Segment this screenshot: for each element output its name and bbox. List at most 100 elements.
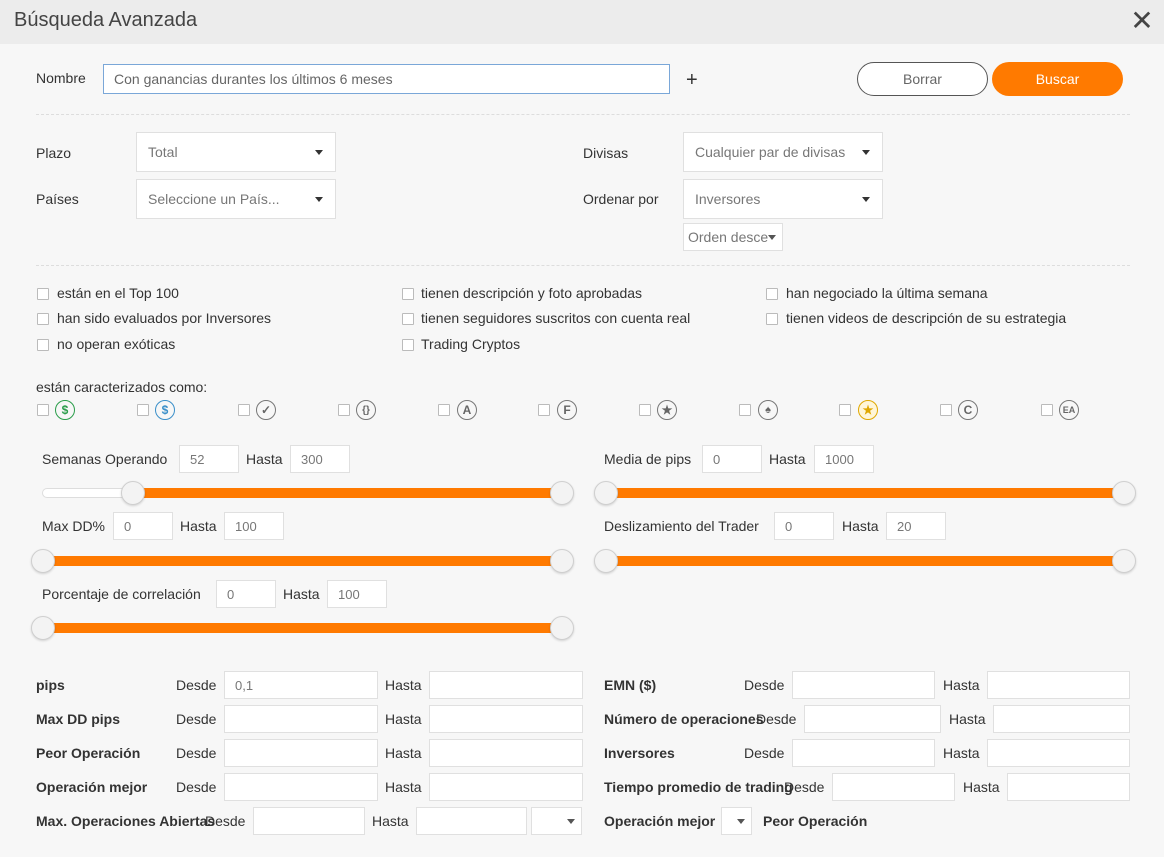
chevron-down-icon bbox=[567, 819, 575, 824]
checkbox-badge[interactable] bbox=[238, 404, 250, 416]
media-pips-to-input[interactable]: 1000 bbox=[814, 445, 874, 473]
range-label-emn: EMN ($) bbox=[604, 677, 657, 693]
medal-icon: ★ bbox=[858, 400, 878, 420]
semanas-from-input[interactable]: 52 bbox=[179, 445, 239, 473]
clear-button[interactable]: Borrar bbox=[857, 62, 988, 96]
maxdd-to-input[interactable]: 100 bbox=[224, 512, 284, 540]
star-icon: ★ bbox=[657, 400, 677, 420]
tiempo-promedio-to-input[interactable] bbox=[1007, 773, 1130, 801]
maxdd-from-input[interactable]: 0 bbox=[113, 512, 173, 540]
checkbox-badge[interactable] bbox=[37, 404, 49, 416]
add-name-icon[interactable]: + bbox=[686, 70, 698, 90]
pips-to-input[interactable] bbox=[429, 671, 583, 699]
range-label-pips: pips bbox=[36, 677, 65, 693]
close-icon[interactable]: ✕ bbox=[1128, 6, 1156, 36]
checkbox-badge[interactable] bbox=[137, 404, 149, 416]
divider-top bbox=[36, 114, 1130, 115]
inversores-from-input[interactable] bbox=[792, 739, 935, 767]
correlacion-slider-min-handle[interactable] bbox=[31, 616, 55, 640]
hasta-label: Hasta bbox=[385, 677, 422, 693]
correlacion-label: Porcentaje de correlación bbox=[42, 586, 201, 602]
pips-from-input[interactable]: 0,1 bbox=[224, 671, 378, 699]
semanas-slider-min-handle[interactable] bbox=[121, 481, 145, 505]
operacion-mejor-select[interactable] bbox=[721, 807, 752, 835]
maxdd-slider-min-handle[interactable] bbox=[31, 549, 55, 573]
media-pips-slider-min-handle[interactable] bbox=[594, 481, 618, 505]
checkbox-description-photo[interactable] bbox=[402, 288, 414, 300]
semanas-to-input[interactable]: 300 bbox=[290, 445, 350, 473]
operacion-mejor-from-input[interactable] bbox=[224, 773, 378, 801]
maxdd-pips-to-input[interactable] bbox=[429, 705, 583, 733]
semanas-slider-max-handle[interactable] bbox=[550, 481, 574, 505]
correlacion-to-input[interactable]: 100 bbox=[327, 580, 387, 608]
media-pips-slider-max-handle[interactable] bbox=[1112, 481, 1136, 505]
correlacion-from-input[interactable]: 0 bbox=[216, 580, 276, 608]
paises-value: Seleccione un País... bbox=[148, 191, 280, 207]
checkbox-trading-cryptos[interactable] bbox=[402, 339, 414, 351]
hasta-label: Hasta bbox=[385, 711, 422, 727]
deslizamiento-to-input[interactable]: 20 bbox=[886, 512, 946, 540]
media-pips-from-input[interactable]: 0 bbox=[702, 445, 762, 473]
semanas-label: Semanas Operando bbox=[42, 451, 168, 467]
maxdd-slider-max-handle[interactable] bbox=[550, 549, 574, 573]
hasta-label: Hasta bbox=[963, 779, 1000, 795]
checkbox-top100[interactable] bbox=[37, 288, 49, 300]
orden-select[interactable]: Orden desce bbox=[683, 223, 783, 251]
checkbox-badge[interactable] bbox=[338, 404, 350, 416]
checkbox-real-followers[interactable] bbox=[402, 313, 414, 325]
media-pips-label: Media de pips bbox=[604, 451, 692, 467]
max-operaciones-from-input[interactable] bbox=[253, 807, 365, 835]
checkbox-no-exotics[interactable] bbox=[37, 339, 49, 351]
correlacion-hasta-label: Hasta bbox=[283, 586, 320, 602]
name-input[interactable]: Con ganancias durantes los últimos 6 mes… bbox=[103, 64, 670, 94]
name-label: Nombre bbox=[36, 70, 86, 86]
range-label-max-operaciones: Max. Operaciones Abiertas bbox=[36, 813, 216, 829]
checkbox-badge[interactable] bbox=[538, 404, 550, 416]
checkbox-label: Trading Cryptos bbox=[421, 336, 521, 352]
chevron-down-icon bbox=[862, 150, 870, 155]
deslizamiento-slider-min-handle[interactable] bbox=[594, 549, 618, 573]
paises-label: Países bbox=[36, 191, 79, 207]
checkbox-badge[interactable] bbox=[639, 404, 651, 416]
code-braces-icon: {} bbox=[356, 400, 376, 420]
correlacion-slider-max-handle[interactable] bbox=[550, 616, 574, 640]
emn-to-input[interactable] bbox=[987, 671, 1130, 699]
plazo-select[interactable]: Total bbox=[136, 132, 336, 172]
deslizamiento-from-input[interactable]: 0 bbox=[774, 512, 834, 540]
emn-from-input[interactable] bbox=[792, 671, 935, 699]
checkbox-traded-last-week[interactable] bbox=[766, 288, 778, 300]
paises-select[interactable]: Seleccione un País... bbox=[136, 179, 336, 219]
checkbox-badge[interactable] bbox=[438, 404, 450, 416]
numero-operaciones-to-input[interactable] bbox=[993, 705, 1130, 733]
search-button[interactable]: Buscar bbox=[992, 62, 1123, 96]
checkbox-badge[interactable] bbox=[739, 404, 751, 416]
checkbox-badge[interactable] bbox=[940, 404, 952, 416]
ordenar-label: Ordenar por bbox=[583, 191, 659, 207]
maxdd-pips-from-input[interactable] bbox=[224, 705, 378, 733]
max-operaciones-to-input[interactable] bbox=[416, 807, 527, 835]
checkbox-badge[interactable] bbox=[839, 404, 851, 416]
peor-operacion-to-input[interactable] bbox=[429, 739, 583, 767]
numero-operaciones-from-input[interactable] bbox=[804, 705, 941, 733]
peor-operacion-from-input[interactable] bbox=[224, 739, 378, 767]
range-label-peor-operacion-right: Peor Operación bbox=[763, 813, 868, 829]
divider-middle bbox=[36, 265, 1130, 266]
checkbox-strategy-videos[interactable] bbox=[766, 313, 778, 325]
inversores-to-input[interactable] bbox=[987, 739, 1130, 767]
chevron-down-icon bbox=[315, 197, 323, 202]
checkbox-badge[interactable] bbox=[1041, 404, 1053, 416]
checkbox-rated-by-investors[interactable] bbox=[37, 313, 49, 325]
operacion-mejor-to-input[interactable] bbox=[429, 773, 583, 801]
media-pips-slider-range bbox=[606, 488, 1124, 498]
deslizamiento-slider-max-handle[interactable] bbox=[1112, 549, 1136, 573]
hasta-label: Hasta bbox=[949, 711, 986, 727]
divisas-select[interactable]: Cualquier par de divisas bbox=[683, 132, 883, 172]
hasta-label: Hasta bbox=[372, 813, 409, 829]
hasta-label: Hasta bbox=[385, 779, 422, 795]
desde-label: Desde bbox=[176, 677, 217, 693]
ordenar-select[interactable]: Inversores bbox=[683, 179, 883, 219]
dollar-green-icon: $ bbox=[55, 400, 75, 420]
tiempo-promedio-from-input[interactable] bbox=[832, 773, 955, 801]
max-operaciones-select[interactable] bbox=[531, 807, 582, 835]
desde-label: Desde bbox=[744, 677, 785, 693]
